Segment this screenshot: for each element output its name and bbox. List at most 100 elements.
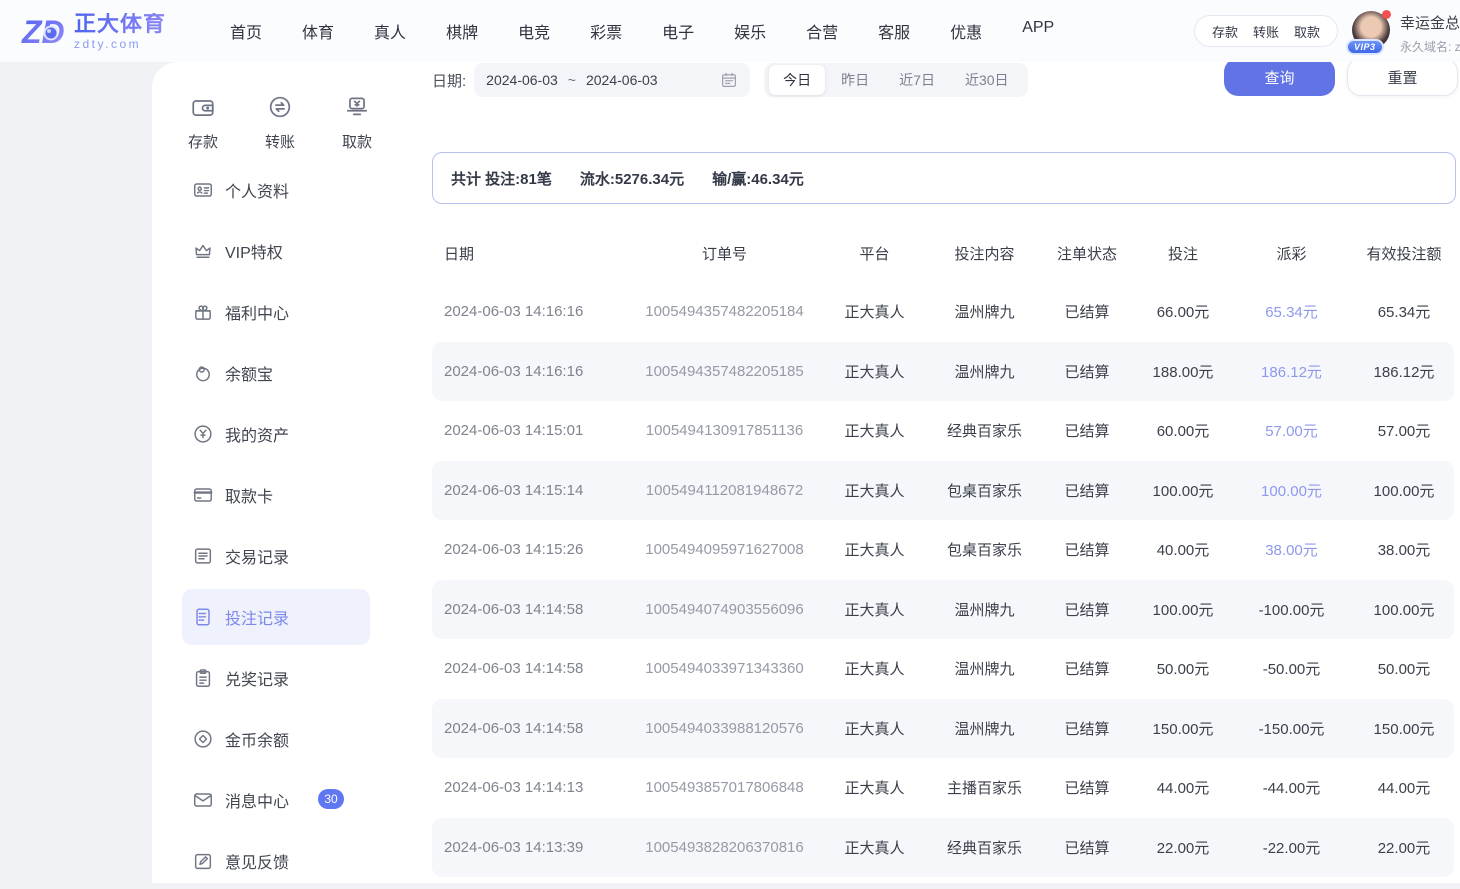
crown-icon (192, 240, 214, 262)
nav-item-partnership[interactable]: 合营 (806, 19, 838, 43)
sidebar-item-message-center[interactable]: 消息中心 30 (182, 772, 370, 828)
header-transfer-link[interactable]: 转账 (1253, 22, 1279, 41)
cell-bet-amount: 100.00元 (1137, 599, 1229, 620)
nav-item-esports[interactable]: 电竞 (518, 19, 550, 43)
cell-date: 2024-06-03 14:16:16 (432, 363, 632, 380)
sidebar-item-feedback[interactable]: 意见反馈 (182, 833, 370, 889)
sidebar-item-bet-records[interactable]: 投注记录 (182, 589, 370, 645)
quick-action-deposit[interactable]: 存款 (178, 94, 228, 152)
coin-pot-icon (192, 362, 214, 384)
range-yesterday[interactable]: 昨日 (827, 65, 883, 95)
cell-payout: -100.00元 (1229, 599, 1354, 620)
date-to-value: 2024-06-03 (586, 72, 658, 88)
cell-valid-bet: 100.00元 (1354, 480, 1454, 501)
cell-order-no: 1005494357482205184 (632, 303, 817, 320)
cell-bet-content: 温州牌九 (932, 658, 1037, 679)
cell-order-no: 1005494074903556096 (632, 601, 817, 618)
cell-bet-amount: 66.00元 (1137, 301, 1229, 322)
sidebar-item-my-assets[interactable]: 我的资产 (182, 406, 370, 462)
cell-date: 2024-06-03 14:14:58 (432, 660, 632, 677)
cell-bet-content: 经典百家乐 (932, 837, 1037, 858)
sidebar-item-vip[interactable]: VIP特权 (182, 223, 370, 279)
nav-item-lottery[interactable]: 彩票 (590, 19, 622, 43)
column-header: 有效投注额 (1354, 243, 1454, 264)
header-deposit-link[interactable]: 存款 (1212, 22, 1238, 41)
brand-logo[interactable]: ZD 正大体育 zdty.com (20, 8, 166, 54)
cell-payout: -150.00元 (1229, 718, 1354, 739)
nav-item-chess[interactable]: 棋牌 (446, 19, 478, 43)
cell-bet-content: 温州牌九 (932, 718, 1037, 739)
document-list-icon (192, 545, 214, 567)
range-today[interactable]: 今日 (769, 65, 825, 95)
cell-order-no: 1005494033988120576 (632, 720, 817, 737)
date-range-separator: ~ (568, 72, 576, 88)
user-name[interactable]: 幸运金总 (1400, 12, 1460, 33)
cell-bet-content: 主播百家乐 (932, 777, 1037, 798)
cell-order-no: 1005494095971627008 (632, 541, 817, 558)
summary-win-loss: 输/赢:46.34元 (712, 168, 804, 189)
sidebar-item-label: 金币余额 (225, 727, 289, 751)
range-last7days[interactable]: 近7日 (885, 65, 949, 95)
cell-valid-bet: 22.00元 (1354, 837, 1454, 858)
sidebar-item-label: 交易记录 (225, 544, 289, 568)
nav-item-app[interactable]: APP (1022, 19, 1054, 43)
sidebar-item-coin-balance[interactable]: 金币余额 (182, 711, 370, 767)
wallet-icon (190, 107, 216, 124)
nav-item-slots[interactable]: 电子 (662, 19, 694, 43)
summary-bar: 共计 投注:81笔 流水:5276.34元 输/赢:46.34元 (432, 152, 1456, 204)
main-content: 日期: 2024-06-03 ~ 2024-06-03 今日昨日近7日近30日 … (430, 62, 1460, 883)
gift-icon (192, 301, 214, 323)
sidebar-item-welfare-center[interactable]: 福利中心 (182, 284, 370, 340)
sidebar-item-transaction-records[interactable]: 交易记录 (182, 528, 370, 584)
cell-bet-amount: 100.00元 (1137, 480, 1229, 501)
sidebar-item-label: 余额宝 (225, 361, 273, 385)
calendar-icon[interactable] (720, 71, 738, 89)
cell-bet-amount: 50.00元 (1137, 658, 1229, 679)
nav-item-service[interactable]: 客服 (878, 19, 910, 43)
quick-action-withdraw[interactable]: 取款 (332, 94, 382, 152)
nav-item-promo[interactable]: 优惠 (950, 19, 982, 43)
sidebar-item-profile[interactable]: 个人资料 (182, 162, 370, 218)
cell-order-no: 1005493857017806848 (632, 779, 817, 796)
nav-item-home[interactable]: 首页 (230, 19, 262, 43)
sidebar-item-withdraw-card[interactable]: 取款卡 (182, 467, 370, 523)
quick-action-transfer[interactable]: 转账 (255, 94, 305, 152)
sidebar-item-label: 兑奖记录 (225, 666, 289, 690)
brand-domain: zdty.com (74, 38, 166, 50)
range-last30days[interactable]: 近30日 (951, 65, 1023, 95)
search-button[interactable]: 查询 (1224, 58, 1335, 96)
notification-dot-icon (1382, 10, 1391, 19)
table-row: 2024-06-03 14:14:58 1005494033971343360 … (432, 639, 1454, 699)
cell-order-status: 已结算 (1037, 361, 1137, 382)
sidebar-item-label: VIP特权 (225, 239, 283, 263)
cell-payout: 65.34元 (1229, 301, 1354, 322)
table-row: 2024-06-03 14:16:16 1005494357482205184 … (432, 282, 1454, 342)
bet-record-icon (192, 606, 214, 628)
reset-button[interactable]: 重置 (1347, 58, 1458, 96)
cell-payout: 100.00元 (1229, 480, 1354, 501)
brand-name: 正大体育 (74, 13, 166, 35)
cell-date: 2024-06-03 14:13:39 (432, 839, 632, 856)
cell-date: 2024-06-03 14:15:01 (432, 422, 632, 439)
sidebar-item-redeem-records[interactable]: 兑奖记录 (182, 650, 370, 706)
cell-payout: 186.12元 (1229, 361, 1354, 382)
cell-date: 2024-06-03 14:15:26 (432, 541, 632, 558)
nav-item-entertainment[interactable]: 娱乐 (734, 19, 766, 43)
quick-range-group: 今日昨日近7日近30日 (764, 63, 1027, 97)
date-range-input[interactable]: 2024-06-03 ~ 2024-06-03 (474, 63, 750, 97)
sidebar-item-label: 投注记录 (225, 605, 289, 629)
id-card-icon (192, 179, 214, 201)
date-filter-label: 日期: (432, 70, 466, 91)
user-avatar[interactable]: VIP3 (1352, 11, 1390, 49)
column-header: 平台 (817, 243, 932, 264)
nav-item-live[interactable]: 真人 (374, 19, 406, 43)
column-header: 订单号 (632, 243, 817, 264)
cell-bet-content: 经典百家乐 (932, 420, 1037, 441)
table-body: 2024-06-03 14:16:16 1005494357482205184 … (432, 282, 1454, 877)
quick-action-label: 转账 (255, 131, 305, 152)
sidebar-item-yuebao[interactable]: 余额宝 (182, 345, 370, 401)
header-withdraw-link[interactable]: 取款 (1294, 22, 1320, 41)
permanent-domain-note: 永久域名: z (1400, 38, 1460, 55)
nav-item-sports[interactable]: 体育 (302, 19, 334, 43)
table-row: 2024-06-03 14:14:58 1005494033988120576 … (432, 699, 1454, 759)
